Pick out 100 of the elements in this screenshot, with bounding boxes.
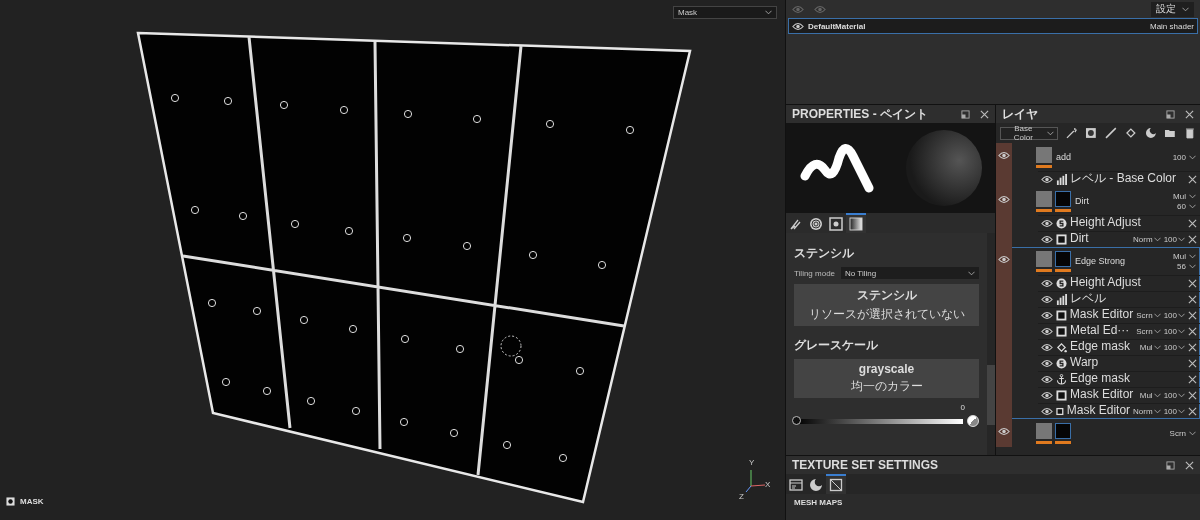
mesh-icon — [829, 478, 843, 492]
layer-group[interactable]: Scrn — [996, 419, 1200, 447]
wand-icon[interactable] — [1065, 127, 1078, 139]
close-icon[interactable] — [1185, 109, 1194, 119]
blend-mode-dropdown[interactable]: Mul — [1173, 251, 1196, 261]
blend-mode-dropdown[interactable]: Scrn — [1136, 326, 1161, 336]
effect-name: Metal Ed··· — [1070, 324, 1131, 338]
properties-tab[interactable] — [846, 213, 866, 233]
levels-icon — [1056, 293, 1067, 305]
layer-group[interactable]: Dirt Mul 60 Height Adjust Dirt Norm 100 — [996, 187, 1200, 247]
shader-name: Main shader — [1149, 21, 1194, 31]
close-icon[interactable] — [1188, 294, 1197, 304]
trash-icon[interactable] — [1184, 127, 1196, 139]
texture-set-row[interactable]: DefaultMaterial Main shader — [788, 18, 1198, 34]
window-icon[interactable] — [961, 109, 970, 119]
layer-name: Dirt — [1075, 196, 1090, 206]
close-icon[interactable] — [980, 109, 989, 119]
section-title: MESH MAPS — [793, 497, 844, 509]
layer-group[interactable]: add 100 レベル - Base Color — [996, 143, 1200, 187]
levels-icon — [1056, 173, 1067, 185]
effect-name: Height Adjust — [1070, 276, 1142, 290]
caret-icon — [1178, 344, 1185, 350]
window-icon[interactable] — [1166, 460, 1175, 470]
close-icon[interactable] — [1188, 234, 1197, 244]
brush-icon[interactable] — [1105, 127, 1117, 139]
caret-icon — [1178, 392, 1185, 398]
blend-mode-dropdown[interactable]: Mul — [1139, 342, 1161, 352]
opacity-dropdown[interactable]: 100 — [1163, 326, 1185, 336]
mask-square-icon — [1056, 389, 1067, 401]
opacity-dropdown[interactable]: 100 — [1172, 152, 1196, 162]
slider-thumb[interactable] — [792, 415, 801, 425]
close-icon[interactable] — [1188, 326, 1197, 336]
blend-mode-dropdown[interactable]: Norm — [1133, 234, 1161, 244]
effect-name: Dirt — [1070, 232, 1090, 246]
effect-name: Mask Editor — [1069, 308, 1134, 322]
filter-icon — [1056, 277, 1067, 289]
effect-name: Warp — [1070, 356, 1100, 370]
opacity-dropdown[interactable]: 100 — [1163, 310, 1185, 320]
alpha-icon — [810, 218, 822, 230]
effect-name: Mask Editor — [1066, 404, 1131, 418]
viewport[interactable]: Mask MASK Y X Z — [0, 0, 785, 520]
opacity-dropdown[interactable]: 100 — [1163, 406, 1185, 416]
opacity-dropdown[interactable]: 56 — [1177, 261, 1196, 271]
close-icon[interactable] — [1188, 358, 1197, 368]
close-icon[interactable] — [1188, 342, 1197, 352]
close-icon[interactable] — [1185, 460, 1194, 470]
grayscale-resource-button[interactable]: grayscale 均一のカラー — [794, 359, 979, 398]
tiling-mode-dropdown[interactable]: No Tiling — [841, 267, 979, 279]
channel-dropdown[interactable]: Base Color — [1000, 126, 1058, 140]
color-picker-icon[interactable] — [967, 415, 979, 427]
stencil-resource-button[interactable]: ステンシル リソースが選択されていない — [794, 284, 979, 326]
panel-title: TEXTURE SET SETTINGS — [792, 458, 939, 472]
bucket-icon[interactable] — [1124, 127, 1137, 139]
close-icon[interactable] — [1188, 310, 1197, 320]
layer-thumbnail — [1036, 190, 1052, 207]
close-icon[interactable] — [1188, 278, 1197, 288]
close-icon[interactable] — [1188, 174, 1197, 184]
effect-name: レベル — [1070, 292, 1107, 306]
opacity-dropdown[interactable]: 100 — [1163, 342, 1185, 352]
stencil-icon — [829, 217, 843, 231]
layer-thumbnail — [1036, 146, 1052, 163]
opacity-dropdown[interactable]: 100 — [1163, 234, 1185, 244]
caret-icon — [1178, 312, 1185, 318]
mask-add-icon[interactable] — [1085, 127, 1098, 139]
close-icon[interactable] — [1188, 406, 1197, 416]
mask-square-icon — [1056, 325, 1067, 337]
effect-name: レベル - Base Color — [1070, 172, 1178, 186]
opacity-dropdown[interactable]: 100 — [1163, 390, 1185, 400]
window-icon[interactable] — [1166, 109, 1175, 119]
mask-thumbnail — [1055, 250, 1071, 267]
blend-mode-dropdown[interactable]: Mul — [1173, 191, 1196, 201]
scrollbar-thumb[interactable] — [987, 365, 995, 425]
mask-square-icon — [1056, 233, 1067, 245]
caret-icon — [1153, 236, 1161, 242]
slider-value: 0 — [960, 403, 965, 412]
blend-mode-dropdown[interactable]: Scrn — [1136, 310, 1161, 320]
close-icon[interactable] — [1188, 390, 1197, 400]
effect-name: Mask Editor — [1070, 388, 1135, 402]
blend-mode-dropdown[interactable]: Mul — [1139, 390, 1161, 400]
mask-square-icon — [1056, 405, 1064, 417]
caret-icon — [968, 270, 975, 276]
blend-mode-dropdown[interactable]: Norm — [1133, 406, 1161, 416]
axis-label: X — [765, 480, 771, 489]
blend-mode-dropdown[interactable]: Scrn — [1169, 428, 1196, 438]
texture-set-name: DefaultMaterial — [808, 21, 866, 31]
display-mode-dropdown[interactable]: Mask — [673, 6, 777, 19]
opacity-dropdown[interactable]: 60 — [1177, 201, 1196, 211]
close-icon[interactable] — [1188, 218, 1197, 228]
caret-icon — [1153, 328, 1161, 334]
layer-name: add — [1056, 152, 1073, 162]
settings-dropdown[interactable]: 設定 — [1151, 1, 1194, 17]
folder-icon[interactable] — [1164, 127, 1177, 139]
caret-icon — [1153, 344, 1161, 350]
channel-label: MASK — [20, 497, 44, 506]
caret-icon — [1182, 6, 1189, 12]
layer-group[interactable]: Edge Strong Mul 56 Height Adjust レベル Mask Editor Scrn 100 Metal Ed··· Scrn 100 Edge mask Mul 100 Warp Edge mask Mask Editor Mul 100 Mask Editor Norm 100 — [996, 247, 1200, 419]
texture-set-tab[interactable] — [826, 474, 846, 494]
section-title: ステンシル — [794, 245, 855, 262]
close-icon[interactable] — [1188, 374, 1197, 384]
mask-thumbnail — [1055, 190, 1071, 207]
